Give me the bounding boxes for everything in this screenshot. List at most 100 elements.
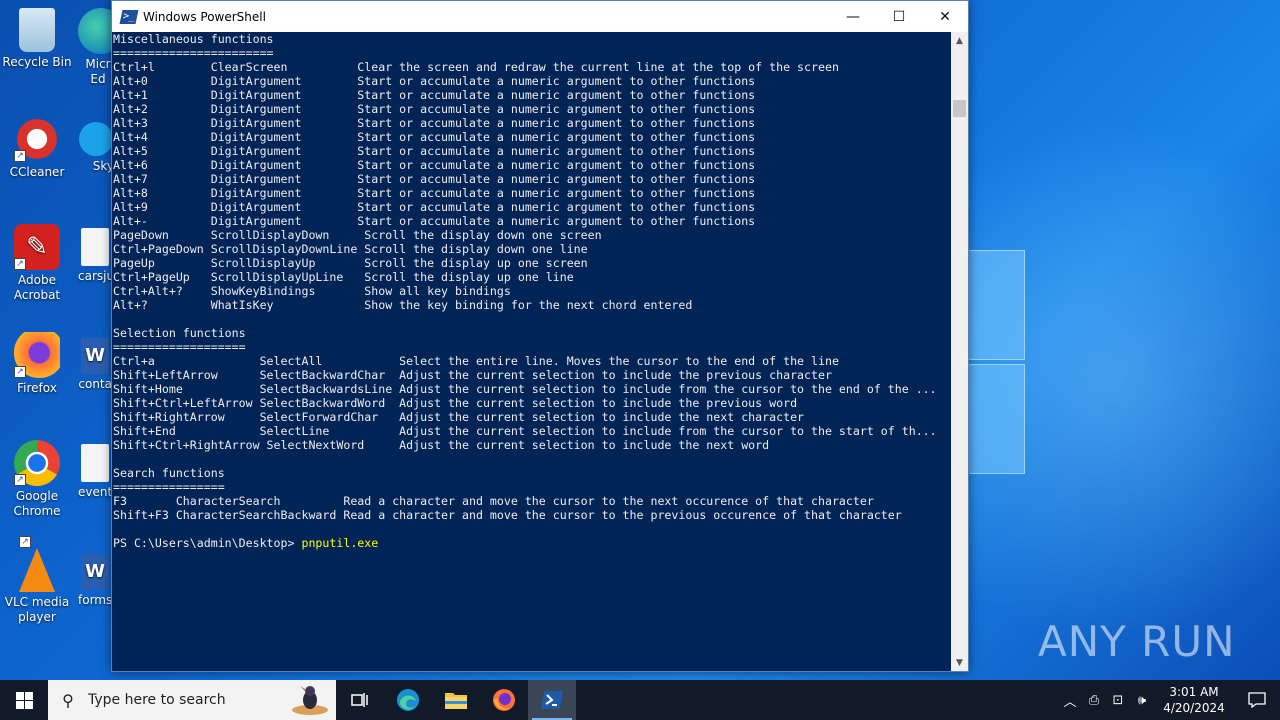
console-line: Ctrl+l ClearScreen Clear the screen and … bbox=[113, 60, 839, 74]
firefox-icon bbox=[493, 689, 515, 711]
desktop-icon-label: conta bbox=[78, 377, 112, 391]
desktop-icon-label: carsju bbox=[78, 269, 112, 283]
task-view-icon bbox=[351, 693, 368, 707]
notification-center-button[interactable] bbox=[1234, 680, 1280, 720]
console-line: Shift+Home SelectBackwardsLine Adjust th… bbox=[113, 382, 937, 396]
console-output[interactable]: Miscellaneous functions =================… bbox=[112, 32, 952, 671]
volume-icon[interactable]: 🕪 bbox=[1130, 693, 1154, 708]
vlc-cone-icon: ↗ bbox=[19, 536, 55, 592]
console-command: pnputil.exe bbox=[301, 536, 379, 550]
folder-icon bbox=[445, 693, 467, 709]
scroll-up-arrow-icon[interactable]: ▲ bbox=[951, 32, 968, 49]
console-line: Alt+9 DigitArgument Start or accumulate … bbox=[113, 200, 756, 214]
console-line: Alt+5 DigitArgument Start or accumulate … bbox=[113, 144, 756, 158]
console-line: PageDown ScrollDisplayDown Scroll the di… bbox=[113, 228, 602, 242]
desktop-icon-label: events bbox=[78, 485, 112, 499]
word-document-icon: W bbox=[81, 554, 109, 590]
device-icon[interactable]: ⎙ bbox=[1082, 693, 1106, 708]
console-line: Alt+8 DigitArgument Start or accumulate … bbox=[113, 186, 756, 200]
minimize-button[interactable]: — bbox=[830, 1, 876, 32]
desktop-icon-google-chrome[interactable]: ↗ Google Chrome bbox=[0, 440, 74, 519]
file-icon bbox=[81, 444, 109, 482]
console-line: Shift+LeftArrow SelectBackwardChar Adjus… bbox=[113, 368, 832, 382]
search-highlight-bird-icon bbox=[292, 686, 328, 715]
console-line: Alt+2 DigitArgument Start or accumulate … bbox=[113, 102, 756, 116]
console-line: Shift+F3 CharacterSearchBackward Read a … bbox=[113, 508, 902, 522]
console-line: PageUp ScrollDisplayUp Scroll the displa… bbox=[113, 256, 588, 270]
powershell-icon: >_ bbox=[119, 9, 139, 24]
firefox-icon: ↗ bbox=[14, 332, 60, 378]
anyrun-watermark: ANY RUN bbox=[1038, 612, 1238, 670]
console-line: Ctrl+PageDown ScrollDisplayDownLine Scro… bbox=[113, 242, 588, 256]
powershell-window[interactable]: >_ Windows PowerShell — ☐ ✕ Miscellaneou… bbox=[111, 0, 969, 672]
shortcut-arrow-icon: ↗ bbox=[19, 536, 31, 548]
start-button[interactable] bbox=[0, 680, 48, 720]
show-hidden-icons-chevron-up-icon[interactable]: ︿ bbox=[1058, 691, 1082, 710]
desktop-icon-carsju[interactable]: carsju bbox=[78, 224, 112, 284]
system-tray: ︿ ⎙ ⊡ 🕪 3:01 AM 4/20/2024 bbox=[1058, 680, 1280, 720]
notification-icon bbox=[1248, 692, 1266, 708]
skype-icon bbox=[79, 122, 113, 156]
desktop-icon-recycle-bin[interactable]: Recycle Bin bbox=[0, 8, 74, 70]
taskbar-file-explorer[interactable] bbox=[432, 680, 480, 720]
desktop-icon-forms[interactable]: W forms bbox=[78, 548, 112, 608]
adobe-acrobat-icon: ✎ ↗ bbox=[14, 224, 60, 270]
clock-date: 4/20/2024 bbox=[1163, 701, 1225, 715]
console-line: Shift+Ctrl+RightArrow SelectNextWord Adj… bbox=[113, 438, 770, 452]
acrobat-glyph-icon: ✎ bbox=[26, 232, 48, 262]
scroll-down-arrow-icon[interactable]: ▼ bbox=[951, 654, 968, 671]
taskbar-powershell[interactable] bbox=[528, 680, 576, 720]
console-line: =================== bbox=[113, 340, 246, 354]
desktop-icon-label: Recycle Bin bbox=[2, 55, 72, 69]
shortcut-arrow-icon: ↗ bbox=[14, 150, 26, 162]
desktop-icon-label: Adobe Acrobat bbox=[13, 273, 61, 302]
watermark-text: ANY RUN bbox=[1038, 616, 1236, 666]
window-title: Windows PowerShell bbox=[143, 9, 266, 24]
search-placeholder: Type here to search bbox=[88, 692, 226, 708]
desktop-icon-events[interactable]: events bbox=[78, 440, 112, 500]
console-line: Ctrl+Alt+? ShowKeyBindings Show all key … bbox=[113, 284, 511, 298]
scrollbar-thumb[interactable] bbox=[953, 100, 966, 117]
taskbar: ⚲ Type here to search ︿ ⎙ ⊡ 🕪 3:01 AM 4/… bbox=[0, 680, 1280, 720]
taskbar-search-box[interactable]: ⚲ Type here to search bbox=[48, 680, 336, 720]
minimize-icon: — bbox=[846, 8, 860, 25]
taskbar-edge[interactable] bbox=[384, 680, 432, 720]
taskbar-firefox[interactable] bbox=[480, 680, 528, 720]
console-prompt-line: PS C:\Users\admin\Desktop> pnputil.exe bbox=[113, 536, 952, 550]
taskbar-clock[interactable]: 3:01 AM 4/20/2024 bbox=[1154, 684, 1234, 716]
search-icon: ⚲ bbox=[62, 690, 74, 710]
console-line: Alt+0 DigitArgument Start or accumulate … bbox=[113, 74, 756, 88]
console-line: Search functions bbox=[113, 466, 225, 480]
vertical-scrollbar[interactable]: ▲ ▼ bbox=[951, 32, 968, 671]
clock-time: 3:01 AM bbox=[1169, 685, 1219, 699]
console-line: Alt+? WhatIsKey Show the key binding for… bbox=[113, 298, 693, 312]
console-line: Ctrl+PageUp ScrollDisplayUpLine Scroll t… bbox=[113, 270, 574, 284]
console-line: Alt+6 DigitArgument Start or accumulate … bbox=[113, 158, 756, 172]
desktop-icon-label: Sky bbox=[92, 159, 114, 173]
desktop-icon-label: Firefox bbox=[17, 381, 57, 395]
maximize-button[interactable]: ☐ bbox=[876, 1, 922, 32]
console-line: Miscellaneous functions bbox=[113, 32, 274, 46]
network-icon[interactable]: ⊡ bbox=[1106, 693, 1130, 708]
desktop-icon-label: VLC media player bbox=[4, 595, 70, 624]
console-line: Alt+3 DigitArgument Start or accumulate … bbox=[113, 116, 756, 130]
taskbar-task-view[interactable] bbox=[336, 680, 384, 720]
desktop-icon-skype[interactable]: Sky bbox=[78, 116, 114, 174]
desktop-icon-vlc[interactable]: ↗ VLC media player bbox=[0, 536, 74, 625]
close-button[interactable]: ✕ bbox=[922, 1, 968, 32]
console-line: F3 CharacterSearch Read a character and … bbox=[113, 494, 874, 508]
console-line: Selection functions bbox=[113, 326, 246, 340]
window-controls: — ☐ ✕ bbox=[830, 1, 968, 32]
desktop-icon-conta[interactable]: W conta bbox=[78, 332, 112, 392]
console-line: Alt+7 DigitArgument Start or accumulate … bbox=[113, 172, 756, 186]
desktop-icon-adobe-acrobat[interactable]: ✎ ↗ Adobe Acrobat bbox=[0, 224, 74, 303]
desktop-icon-firefox[interactable]: ↗ Firefox bbox=[0, 332, 74, 396]
window-titlebar[interactable]: >_ Windows PowerShell — ☐ ✕ bbox=[112, 1, 968, 32]
console-line: Shift+End SelectLine Adjust the current … bbox=[113, 424, 937, 438]
desktop-icon-ccleaner[interactable]: ↗ CCleaner bbox=[0, 116, 74, 180]
console-line: Alt+4 DigitArgument Start or accumulate … bbox=[113, 130, 756, 144]
edge-icon bbox=[397, 689, 419, 711]
